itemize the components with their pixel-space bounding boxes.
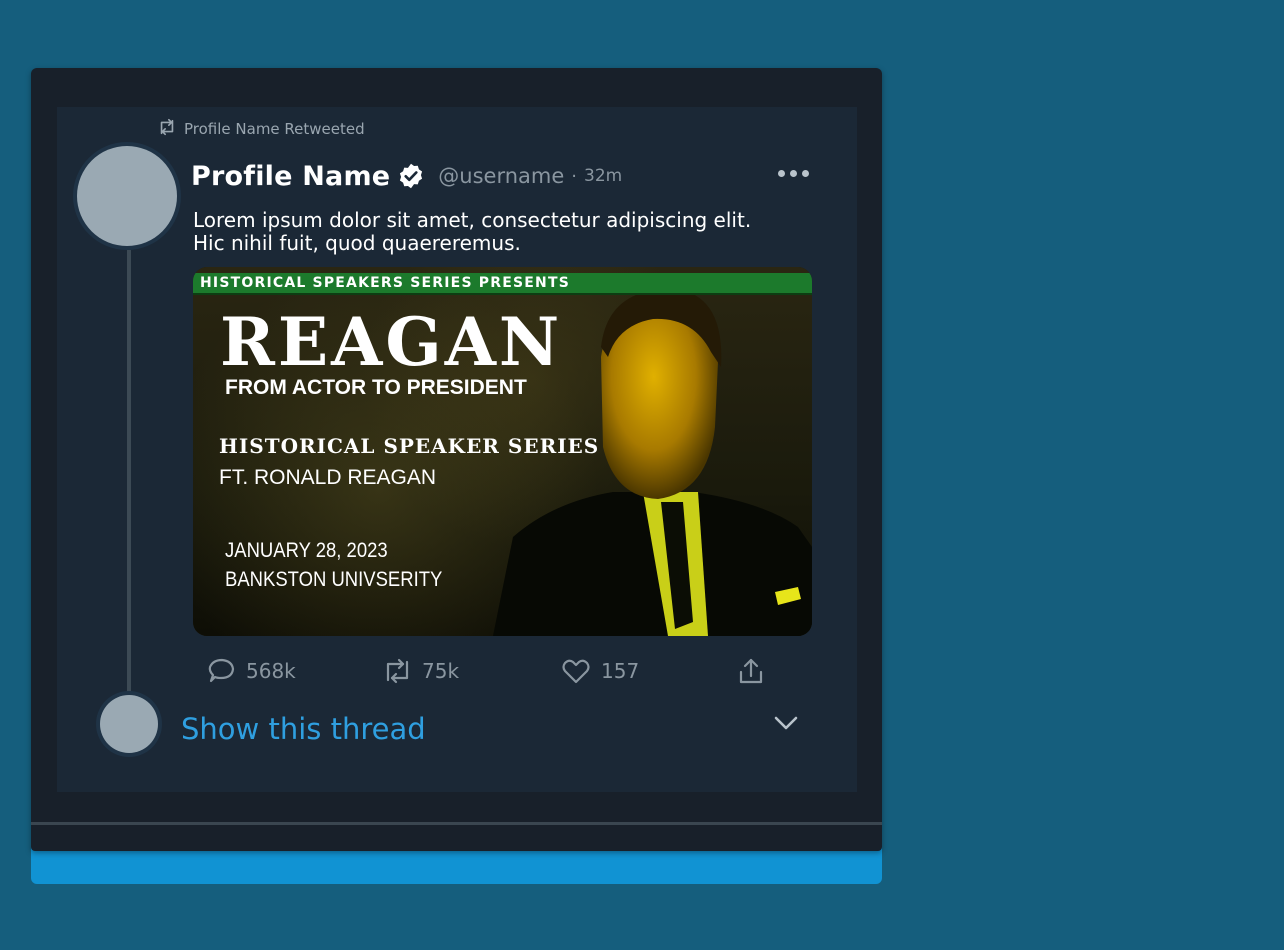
retweet-icon [381,656,413,686]
retweet-button[interactable]: 75k [381,656,459,686]
verified-icon [397,162,425,190]
retweet-indicator: Profile Name Retweeted [156,117,365,141]
profile-name[interactable]: Profile Name [191,161,390,192]
media-date: JANUARY 28, 2023 [225,539,388,562]
more-icon[interactable] [778,165,816,181]
retweet-label: Profile Name Retweeted [184,120,365,138]
share-button[interactable] [735,656,767,686]
media-venue: BANKSTON UNIVSERITY [225,568,443,591]
card-divider [31,822,882,825]
tweet-header: Profile Name @username · 32m [191,158,622,194]
separator-dot: · [571,165,578,187]
like-icon [560,656,592,686]
reply-count: 568k [246,659,296,683]
avatar[interactable] [77,146,177,246]
media-featuring: FT. RONALD REAGAN [219,466,437,489]
tweet-media-image[interactable]: HISTORICAL SPEAKERS SERIES PRESENTS REAG… [193,267,812,636]
tweet-text-line: Lorem ipsum dolor sit amet, consectetur … [193,208,752,232]
media-series: HISTORICAL SPEAKER SERIES [219,434,600,458]
tweet-text: Lorem ipsum dolor sit amet, consectetur … [193,209,813,255]
media-title: REAGAN [220,303,563,381]
tweet-text-line: Hic nihil fuit, quod quaereremus. [193,231,521,255]
retweet-count: 75k [422,659,460,683]
share-icon [735,656,767,686]
username[interactable]: @username [438,164,564,188]
chevron-down-icon[interactable] [772,713,800,733]
show-thread-link[interactable]: Show this thread [181,712,426,746]
retweet-icon [156,117,178,141]
reply-icon [205,656,237,686]
like-button[interactable]: 157 [560,656,639,686]
media-banner-stripe [193,293,812,295]
reply-button[interactable]: 568k [205,656,296,686]
tweet-actions: 568k 75k 157 [205,656,825,690]
thread-avatar[interactable] [100,695,158,753]
like-count: 157 [601,659,640,683]
media-banner: HISTORICAL SPEAKERS SERIES PRESENTS [193,273,812,293]
timestamp[interactable]: 32m [584,166,622,186]
thread-line [127,250,131,700]
media-subtitle: FROM ACTOR TO PRESIDENT [225,376,527,399]
